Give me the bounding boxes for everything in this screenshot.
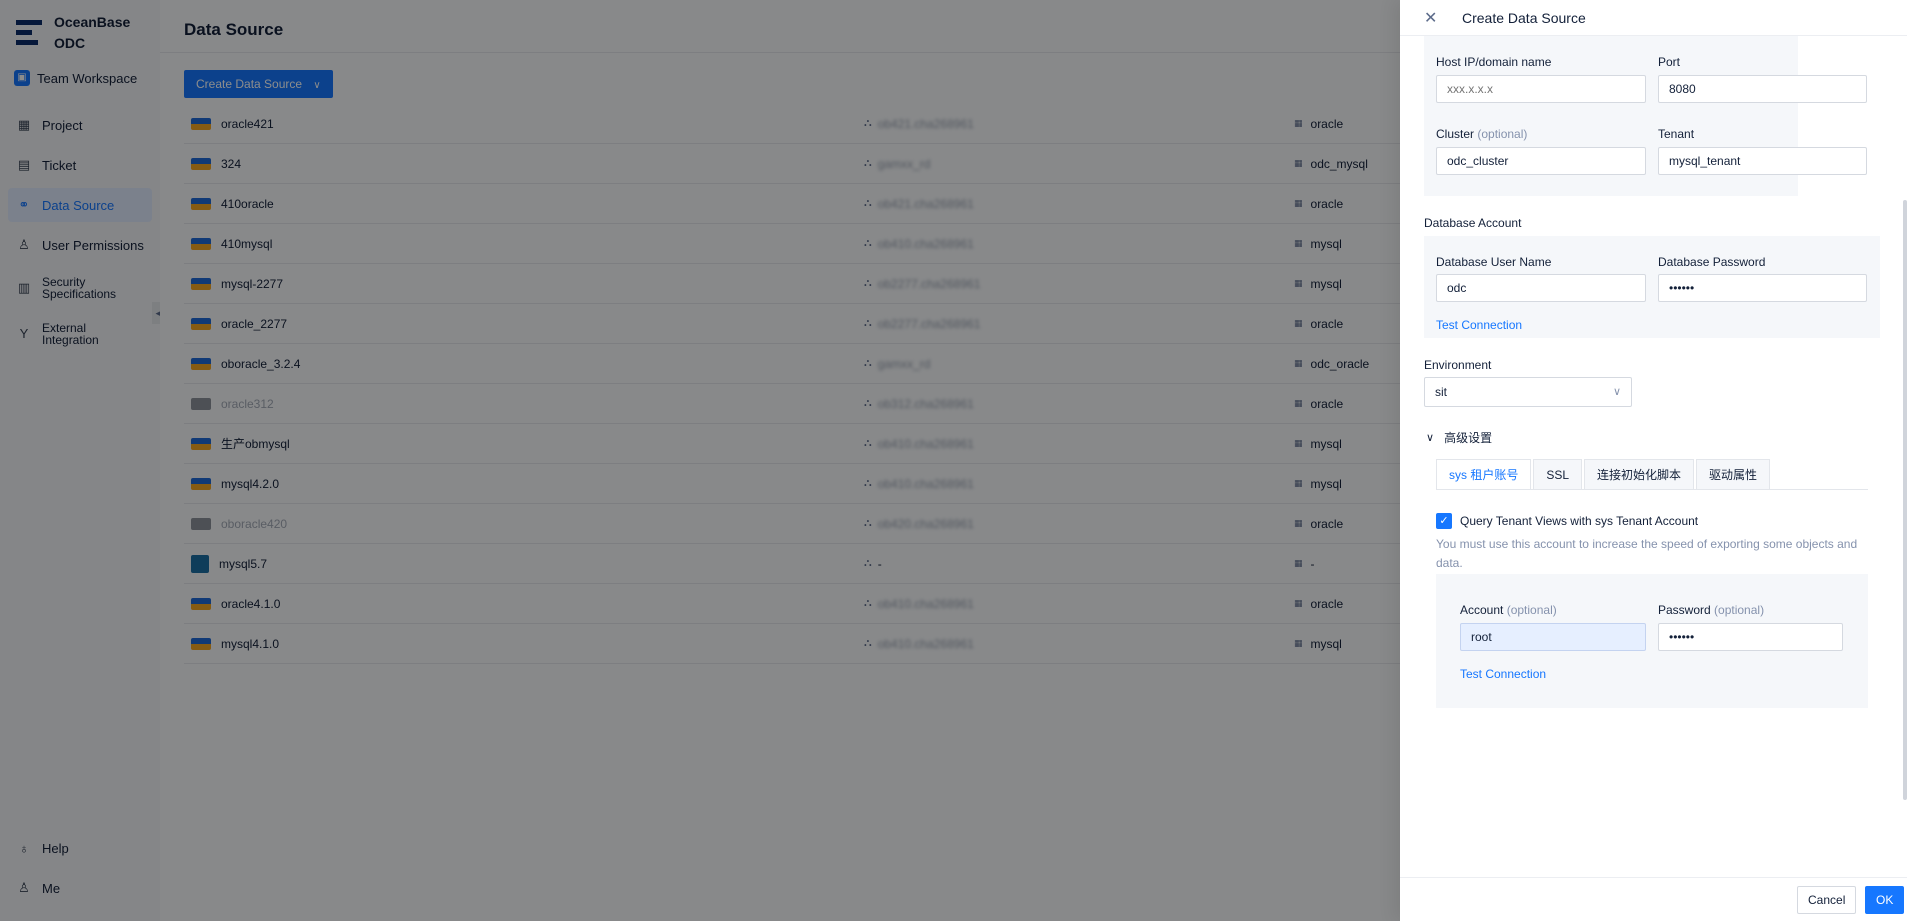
- cluster-label: Cluster (optional): [1436, 127, 1527, 141]
- environment-label: Environment: [1424, 358, 1492, 372]
- tabs-divider: [1436, 489, 1868, 490]
- password-input[interactable]: ••••••: [1658, 623, 1843, 651]
- cluster-input[interactable]: odc_cluster: [1436, 147, 1646, 175]
- environment-select[interactable]: sit ∨: [1424, 377, 1632, 407]
- sys-test-connection-link[interactable]: Test Connection: [1460, 667, 1546, 681]
- database-account-section: Database Account: [1424, 216, 1522, 230]
- advanced-tabs: sys 租户账号 SSL 连接初始化脚本 驱动属性: [1436, 459, 1772, 489]
- password-label-text: Password: [1658, 603, 1711, 617]
- test-connection-link[interactable]: Test Connection: [1436, 318, 1522, 332]
- tab-sys-account[interactable]: sys 租户账号: [1436, 459, 1532, 489]
- optional-tag: (optional): [1477, 127, 1528, 141]
- advanced-settings-toggle[interactable]: ∨ 高级设置: [1426, 429, 1492, 446]
- sys-tenant-checkbox-label: Query Tenant Views with sys Tenant Accou…: [1460, 514, 1699, 528]
- chevron-down-icon: ∨: [1426, 432, 1435, 444]
- account-label-text: Account: [1460, 603, 1504, 617]
- chevron-down-icon: ∨: [1612, 386, 1621, 398]
- tab-init-script[interactable]: 连接初始化脚本: [1584, 459, 1695, 489]
- advanced-settings-label: 高级设置: [1444, 431, 1493, 445]
- environment-value: sit: [1435, 385, 1447, 399]
- ok-button[interactable]: OK: [1865, 886, 1905, 914]
- close-icon[interactable]: ✕: [1424, 8, 1437, 28]
- db-password-input[interactable]: ••••••: [1658, 274, 1867, 302]
- tab-ssl[interactable]: SSL: [1533, 459, 1583, 489]
- db-password-label: Database Password: [1658, 255, 1766, 269]
- port-label: Port: [1658, 55, 1681, 69]
- tenant-label: Tenant: [1658, 127, 1695, 141]
- db-user-label: Database User Name: [1436, 255, 1552, 269]
- port-input[interactable]: 8080: [1658, 75, 1867, 103]
- optional-tag: (optional): [1506, 603, 1557, 617]
- drawer-title: Create Data Source: [1462, 10, 1586, 26]
- host-input[interactable]: [1436, 75, 1646, 103]
- drawer-scrollbar[interactable]: [1903, 200, 1907, 800]
- cluster-label-text: Cluster: [1436, 127, 1475, 141]
- sys-tenant-hint: You must use this account to increase th…: [1436, 537, 1858, 570]
- cancel-button[interactable]: Cancel: [1797, 886, 1857, 914]
- tab-driver-properties[interactable]: 驱动属性: [1696, 459, 1771, 489]
- checkbox-checked-icon: ✓: [1436, 513, 1452, 529]
- optional-tag: (optional): [1714, 603, 1765, 617]
- host-label: Host IP/domain name: [1436, 55, 1552, 69]
- db-user-input[interactable]: odc: [1436, 274, 1646, 302]
- account-label: Account (optional): [1460, 603, 1557, 617]
- account-input[interactable]: root: [1460, 623, 1646, 651]
- tenant-input[interactable]: mysql_tenant: [1658, 147, 1867, 175]
- password-label: Password (optional): [1658, 603, 1764, 617]
- drawer-footer: Cancel OK: [1400, 877, 1907, 921]
- sys-tenant-checkbox[interactable]: ✓ Query Tenant Views with sys Tenant Acc…: [1436, 513, 1698, 529]
- create-data-source-drawer: ✕ Create Data Source Host IP/domain name…: [1400, 0, 1907, 921]
- drawer-header: ✕ Create Data Source: [1400, 0, 1907, 36]
